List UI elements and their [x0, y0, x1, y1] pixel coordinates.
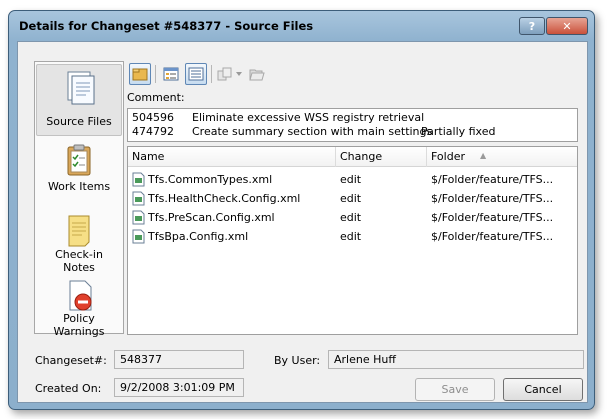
open-folder-icon: [249, 69, 265, 81]
changeset-label: Changeset#:: [35, 354, 107, 367]
checkin-notes-icon: [68, 215, 90, 247]
file-change: edit: [340, 211, 362, 224]
table-row[interactable]: Tfs.HealthCheck.Config.xml edit $/Folder…: [128, 189, 577, 208]
compare-dropdown-button[interactable]: [234, 63, 244, 85]
xml-file-icon: [132, 210, 145, 225]
policy-warnings-icon: [69, 280, 92, 311]
table-row[interactable]: Tfs.CommonTypes.xml edit $/Folder/featur…: [128, 170, 577, 189]
associated-work-items-list[interactable]: 504596 Eliminate excessive WSS registry …: [127, 108, 578, 142]
created-on-field[interactable]: 9/2/2008 3:01:09 PM: [114, 378, 244, 397]
file-change: edit: [340, 192, 362, 205]
compare-button[interactable]: [215, 63, 235, 85]
dropdown-arrow-icon: [236, 72, 242, 76]
xml-file-icon: [132, 172, 145, 187]
checkin-notes-label: Check-in Notes: [55, 248, 103, 274]
file-folder: $/Folder/feature/TFS...: [431, 211, 554, 224]
changeset-details-window: Details for Changeset #548377 - Source F…: [8, 10, 595, 410]
file-folder: $/Folder/feature/TFS...: [431, 230, 554, 243]
work-items-icon: [67, 144, 91, 176]
sidebar-item-label: Work Items: [47, 180, 111, 193]
file-name: Tfs.CommonTypes.xml: [148, 173, 273, 186]
created-on-label: Created On:: [35, 382, 102, 395]
sidebar-item-work-items[interactable]: Work Items: [35, 142, 123, 202]
xml-file-icon: [132, 229, 145, 244]
work-item-id: 504596: [132, 111, 174, 124]
work-item-id: 474792: [132, 125, 174, 138]
save-button[interactable]: Save: [415, 378, 495, 401]
work-item-title: Eliminate excessive WSS registry retriev…: [192, 111, 425, 124]
details-view-button[interactable]: [160, 63, 182, 85]
work-item-state: Partially fixed: [421, 125, 496, 138]
sidebar-item-checkin-notes[interactable]: Check-in Notes: [35, 212, 123, 274]
toolbar-separator: [155, 65, 156, 83]
policy-warnings-label: Policy Warnings: [53, 312, 105, 338]
channel-sidebar: Source Files Work Items Check-in Notes P…: [34, 61, 124, 338]
table-row[interactable]: Tfs.PreScan.Config.xml edit $/Folder/fea…: [128, 208, 577, 227]
toolbar-separator: [211, 65, 212, 83]
sidebar-item-policy-warnings[interactable]: Policy Warnings: [35, 278, 123, 338]
help-button[interactable]: ?: [519, 17, 545, 35]
file-name: TfsBpa.Config.xml: [148, 230, 249, 243]
xml-file-icon: [132, 191, 145, 206]
window-title: Details for Changeset #548377 - Source F…: [19, 19, 314, 33]
file-folder: $/Folder/feature/TFS...: [431, 173, 554, 186]
folder-view-icon: [132, 68, 148, 81]
sidebar-item-label: Check-in Notes: [35, 248, 123, 274]
sidebar-item-source-files[interactable]: Source Files: [36, 64, 122, 136]
file-name: Tfs.PreScan.Config.xml: [148, 211, 275, 224]
file-name: Tfs.HealthCheck.Config.xml: [148, 192, 301, 205]
table-header: Name Change Folder ▲: [128, 147, 577, 167]
details-view-icon: [163, 67, 179, 81]
file-change: edit: [340, 230, 362, 243]
by-user-label: By User:: [274, 354, 321, 367]
close-button[interactable]: ✕: [546, 17, 588, 35]
title-bar[interactable]: Details for Changeset #548377 - Source F…: [9, 11, 594, 39]
column-header-folder[interactable]: Folder: [427, 147, 577, 167]
dialog-client-area: Source Files Work Items Check-in Notes P…: [17, 41, 588, 403]
source-files-table[interactable]: Name Change Folder ▲ Tfs.CommonTypes.xml…: [127, 146, 578, 335]
folder-view-button[interactable]: [129, 63, 151, 85]
list-view-icon: [188, 67, 204, 81]
sidebar-item-label: Source Files: [46, 115, 112, 128]
table-row[interactable]: TfsBpa.Config.xml edit $/Folder/feature/…: [128, 227, 577, 246]
comment-label: Comment:: [127, 91, 185, 104]
by-user-field[interactable]: Arlene Huff: [328, 350, 584, 369]
sort-ascending-icon: ▲: [480, 151, 487, 160]
work-item-title: Create summary section with main setting…: [192, 125, 433, 138]
file-change: edit: [340, 173, 362, 186]
sidebar-item-label: Policy Warnings: [35, 312, 123, 338]
source-files-icon: [67, 71, 95, 105]
column-header-change[interactable]: Change: [336, 147, 426, 167]
open-folder-button[interactable]: [246, 63, 268, 85]
list-view-button[interactable]: [185, 63, 207, 85]
cancel-button[interactable]: Cancel: [503, 378, 583, 401]
changeset-field[interactable]: 548377: [114, 350, 244, 369]
column-header-name[interactable]: Name: [128, 147, 335, 167]
compare-icon: [217, 67, 232, 81]
file-folder: $/Folder/feature/TFS...: [431, 192, 554, 205]
